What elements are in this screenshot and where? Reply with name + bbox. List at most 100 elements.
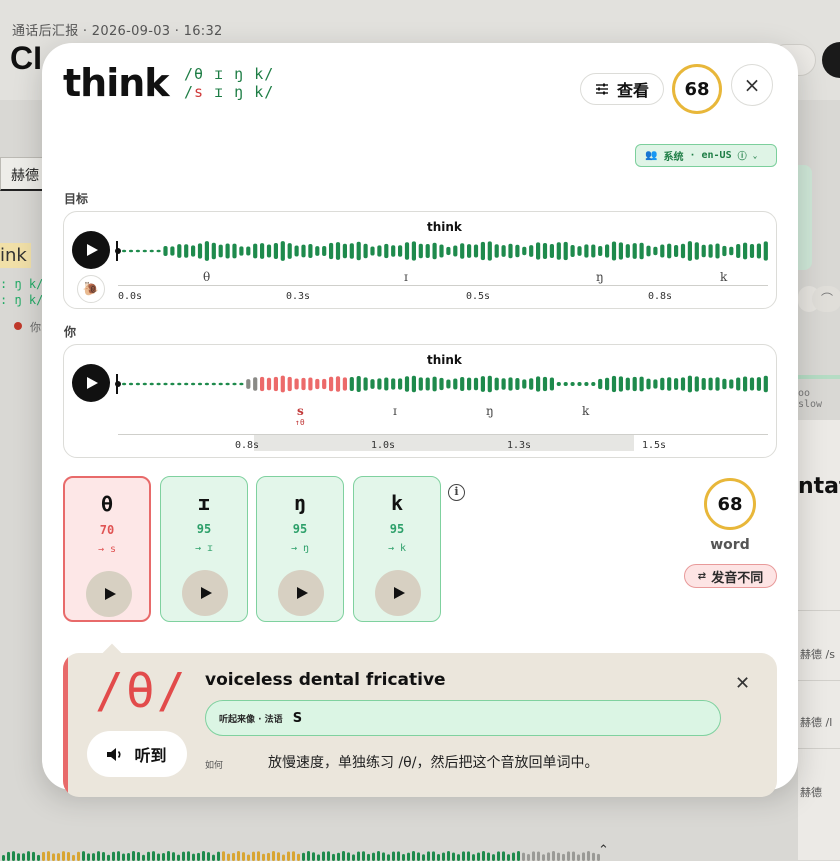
waveform-bar <box>694 242 699 260</box>
waveform-bar <box>667 243 672 259</box>
user-waveform[interactable] <box>115 372 772 396</box>
user-time-label: 0.8s <box>235 440 260 451</box>
waveform-bar <box>743 242 748 260</box>
waveform-bar <box>427 851 430 861</box>
waveform-bar <box>694 376 699 392</box>
waveform-bar <box>280 241 285 261</box>
waveform-bar <box>542 376 548 392</box>
voice-selector[interactable]: 👥 系统 · en-US ⓘ ⌄ <box>635 144 777 167</box>
background-divider <box>798 680 840 681</box>
waveform-bar <box>398 378 403 390</box>
tile-play-button[interactable] <box>86 571 132 617</box>
word-score-badge: 68 <box>704 478 756 530</box>
playhead-knob[interactable] <box>115 248 121 254</box>
waveform-bar <box>149 382 154 386</box>
phoneme-tile-ng[interactable]: ŋ 95 → ŋ <box>256 476 344 622</box>
play-icon <box>87 244 98 256</box>
target-play-button[interactable] <box>72 231 110 269</box>
close-detail-icon[interactable]: ✕ <box>735 673 750 694</box>
waveform-bar <box>357 851 360 861</box>
target-waveform[interactable] <box>115 239 772 263</box>
info-icon[interactable]: i <box>448 484 465 501</box>
waveform-bar <box>177 244 182 258</box>
waveform-bar <box>157 853 160 861</box>
slow-playback-button[interactable]: 🐌 <box>77 275 105 303</box>
waveform-bar <box>680 377 686 391</box>
waveform-bar <box>329 242 334 260</box>
waveform-bar <box>432 851 435 861</box>
phoneme-tile-k[interactable]: k 95 → k <box>353 476 441 622</box>
waveform-bar <box>327 851 330 861</box>
waveform-bar <box>257 851 260 861</box>
waveform-bar <box>322 378 327 390</box>
chevron-up-icon[interactable]: ⌃ <box>598 843 609 858</box>
background-tab[interactable]: 赫德 <box>0 157 46 191</box>
waveform-bar <box>729 379 734 389</box>
user-timeline <box>118 434 768 435</box>
background-record-dot <box>14 322 22 330</box>
waveform-bar <box>77 851 80 861</box>
waveform-bar <box>473 244 479 258</box>
waveform-bar <box>162 852 165 861</box>
waveform-bar <box>246 246 251 256</box>
background-icon-button[interactable]: ⌒ <box>812 286 840 312</box>
expected-phoneme-note: ↑θ <box>295 418 305 427</box>
waveform-bar <box>715 377 720 391</box>
waveform-bar <box>363 377 368 391</box>
waveform-bar <box>515 244 520 258</box>
waveform-bar <box>432 376 437 392</box>
tile-play-button[interactable] <box>278 570 324 616</box>
waveform-bar <box>625 377 630 391</box>
user-label: 你 <box>64 325 77 339</box>
waveform-bar <box>708 377 713 391</box>
close-button[interactable]: × <box>731 64 773 106</box>
play-icon <box>393 587 405 599</box>
tile-play-button[interactable] <box>182 570 228 616</box>
waveform-bar <box>592 852 595 861</box>
tile-symbol: k <box>390 491 404 515</box>
waveform-bar <box>756 243 761 259</box>
background-row[interactable]: 赫德 /l <box>800 714 832 730</box>
waveform-bar <box>477 852 480 861</box>
pronunciation-diff-badge[interactable]: ⇄ 发音不同 <box>684 564 777 588</box>
background-ipa-line1: : ŋ k/ <box>0 277 44 291</box>
background-green-card <box>796 165 812 270</box>
background-row[interactable]: 赫德 <box>800 784 822 800</box>
user-time-label: 1.3s <box>507 440 532 451</box>
waveform-bar <box>367 853 370 861</box>
waveform-bar <box>211 242 216 260</box>
waveform-bar <box>197 243 203 259</box>
target-waveform-card: 🐌 think θ ɪ ŋ k 0.0s 0.3s 0.5s 0.8s <box>63 211 777 309</box>
waveform-bar <box>611 375 617 393</box>
waveform-bar <box>356 376 361 392</box>
waveform-bar <box>467 851 470 861</box>
waveform-bar <box>342 377 347 391</box>
waveform-bar <box>453 245 458 257</box>
waveform-bar <box>37 854 40 861</box>
waveform-bar <box>501 378 506 390</box>
waveform-bar <box>480 241 485 261</box>
waveform-bar <box>266 244 272 258</box>
waveform-bar <box>372 852 375 861</box>
play-icon <box>296 587 308 599</box>
waveform-bar <box>187 851 190 861</box>
sliders-icon <box>595 83 608 95</box>
waveform-bar <box>211 382 216 386</box>
view-button[interactable]: 查看 <box>580 73 664 105</box>
waveform-bar <box>308 377 313 391</box>
phoneme-tile-theta[interactable]: θ 70 → s <box>63 476 151 622</box>
listen-button[interactable]: 听到 <box>87 731 187 777</box>
waveform-bar <box>660 244 665 258</box>
tile-play-button[interactable] <box>375 570 421 616</box>
waveform-bar <box>22 853 25 861</box>
waveform-bar <box>512 852 515 861</box>
waveform-bar <box>191 382 196 386</box>
background-row[interactable]: 赫德 /s <box>800 646 835 662</box>
user-play-button[interactable] <box>72 364 110 402</box>
phoneme-tile-i[interactable]: ɪ 95 → ɪ <box>160 476 248 622</box>
playhead-knob[interactable] <box>115 381 121 387</box>
user-time-label: 1.5s <box>642 440 667 451</box>
waveform-bar <box>522 379 527 389</box>
waveform-bar <box>322 851 325 861</box>
waveform-bar <box>92 853 95 861</box>
